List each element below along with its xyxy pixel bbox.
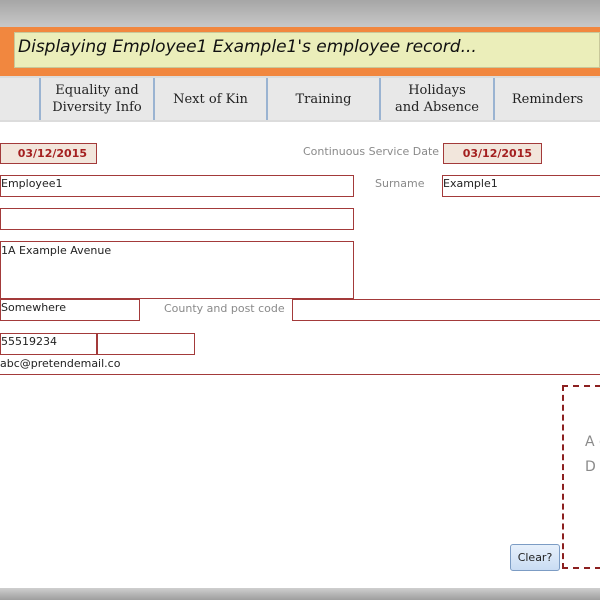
tab-label: Next of Kin: [173, 91, 248, 107]
tab-holidays-absence[interactable]: Holidays and Absence: [380, 78, 494, 120]
mobile-field[interactable]: [97, 333, 195, 355]
phone-field[interactable]: 55519234: [0, 333, 97, 355]
tab-previous[interactable]: [0, 78, 40, 120]
start-date-field[interactable]: 03/12/2015: [0, 143, 97, 164]
tab-label: Holidays and Absence: [395, 83, 479, 115]
forename-field[interactable]: Employee1: [0, 175, 354, 197]
continuous-service-date-field[interactable]: 03/12/2015: [443, 143, 542, 164]
middle-name-field[interactable]: [0, 208, 354, 230]
surname-field[interactable]: Example1: [442, 175, 600, 197]
continuous-service-label: Continuous Service Date: [303, 145, 440, 158]
clear-button[interactable]: Clear?: [510, 544, 560, 571]
email-field[interactable]: abc@pretendemail.co: [0, 357, 120, 370]
tab-reminders[interactable]: Reminders: [494, 78, 600, 120]
tab-label: Reminders: [511, 91, 584, 107]
tab-label: Equality and Diversity Info: [52, 83, 142, 115]
county-postcode-label: County and post code: [164, 302, 285, 315]
address-field[interactable]: 1A Example Avenue: [0, 241, 354, 299]
email-underline: [0, 374, 600, 375]
tab-label: Training: [295, 91, 352, 107]
drop-zone-text: A c D to: [585, 434, 600, 475]
town-field[interactable]: Somewhere: [0, 299, 140, 321]
window-bottom-band: [0, 588, 600, 600]
window-top-band: [0, 0, 600, 28]
surname-label: Surname: [375, 177, 425, 190]
county-postcode-field[interactable]: [292, 299, 600, 321]
banner-text: Displaying Employee1 Example1's employee…: [18, 37, 477, 57]
tab-training[interactable]: Training: [267, 78, 380, 120]
tab-next-of-kin[interactable]: Next of Kin: [154, 78, 267, 120]
tab-equality-diversity[interactable]: Equality and Diversity Info: [40, 78, 154, 120]
status-banner: Displaying Employee1 Example1's employee…: [14, 32, 600, 68]
